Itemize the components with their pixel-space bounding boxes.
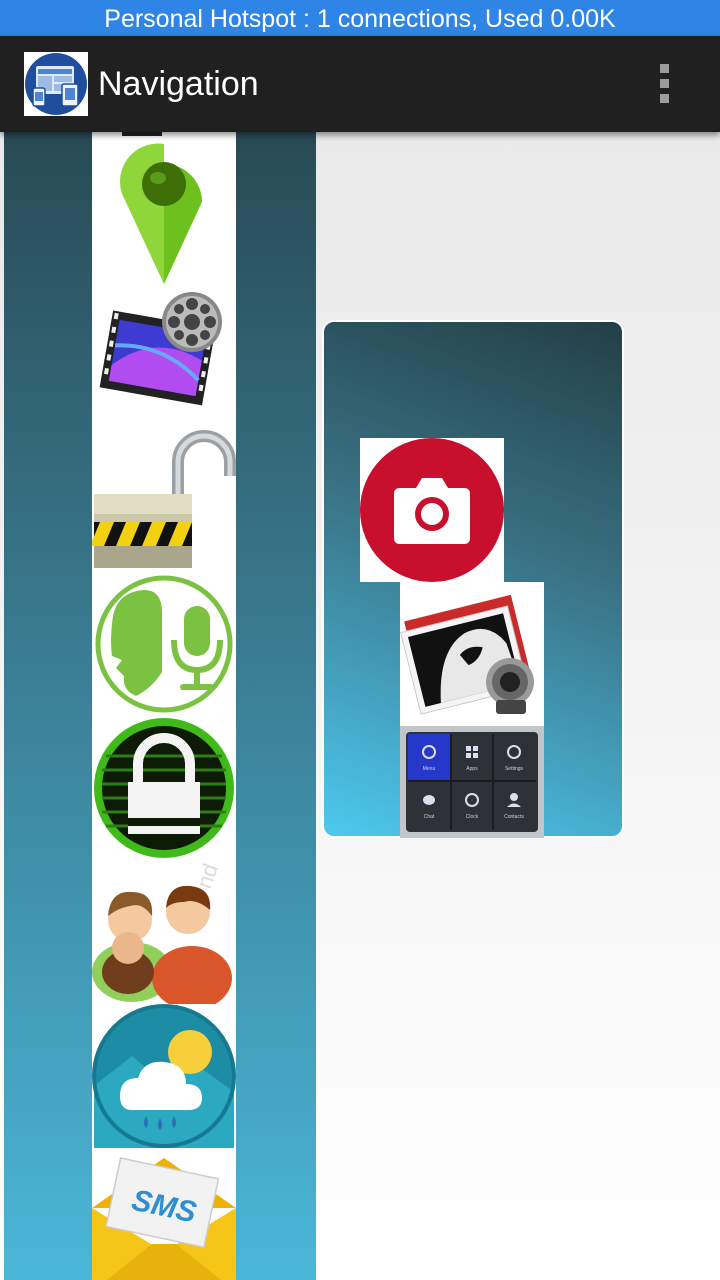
main-content: nd SMS Menu Apps Settings Chat Clock Con… — [0, 132, 720, 1280]
photo-viewer-icon[interactable] — [400, 582, 544, 726]
grid-tile-label: Settings — [505, 766, 524, 772]
people-chat-icon[interactable]: nd — [92, 860, 236, 1004]
grid-tile-label: Clock — [466, 814, 479, 820]
page-title: Navigation — [98, 65, 259, 103]
overflow-menu-icon — [660, 64, 669, 73]
grid-tile-label: Contacts — [504, 814, 524, 820]
location-pin-icon[interactable] — [92, 140, 236, 284]
left-panel: nd SMS — [4, 132, 316, 1280]
device-layout-icon — [24, 52, 88, 116]
status-bar-text: Personal Hotspot : 1 connections, Used 0… — [104, 5, 616, 33]
overflow-menu-button[interactable] — [646, 60, 682, 108]
sms-envelope-icon[interactable]: SMS — [92, 1148, 236, 1280]
status-bar: Personal Hotspot : 1 connections, Used 0… — [0, 0, 720, 36]
app-grid-icon[interactable]: Menu Apps Settings Chat Clock Contacts — [400, 726, 544, 838]
voice-recognition-icon[interactable] — [92, 572, 236, 716]
app-bar: Navigation — [0, 36, 720, 132]
unlocked-padlock-icon[interactable] — [92, 428, 236, 572]
svg-text:nd: nd — [191, 860, 223, 892]
shortcut-card: Menu Apps Settings Chat Clock Contacts — [322, 320, 624, 838]
secure-lock-icon[interactable] — [92, 716, 236, 860]
grid-tile-label: Apps — [466, 766, 478, 772]
weather-icon[interactable] — [92, 1004, 236, 1148]
grid-tile-label: Menu — [423, 766, 436, 772]
icon-strip: nd SMS — [92, 132, 236, 1280]
camera-icon[interactable] — [360, 438, 504, 582]
video-film-icon[interactable] — [92, 284, 236, 428]
grid-tile-label: Chat — [424, 814, 435, 820]
